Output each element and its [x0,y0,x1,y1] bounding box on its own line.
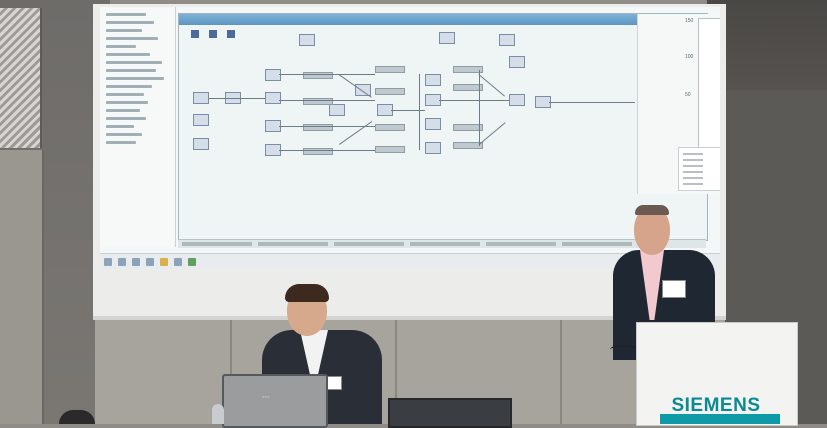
taskbar-app-icon[interactable] [132,258,140,266]
tree-row [106,69,156,72]
function-block [299,34,315,46]
connection-line [279,74,375,75]
laptop-logo: ◦◦◦ [262,394,270,401]
signal-tag [375,66,405,73]
tree-row [106,77,164,80]
function-block [509,56,525,68]
acoustic-panel [0,8,42,148]
right-presenter-hair [635,205,669,215]
project-tree [100,7,176,247]
status-row [683,165,703,167]
chair [59,410,95,424]
tree-row [106,141,136,144]
tree-row [106,109,140,112]
status-row [683,159,703,161]
editor-tab[interactable] [182,242,252,246]
trend-panel: 150 100 50 [637,14,720,194]
connection-line [549,102,635,103]
block-icon [191,30,199,38]
tree-row [106,29,142,32]
tree-row [106,21,154,24]
function-block [425,74,441,86]
projected-desktop: 150 100 50 [100,7,720,269]
trend-chart [698,18,720,148]
function-block [425,142,441,154]
connection-line [419,74,420,150]
microphone-cable [610,345,638,357]
connection-line [479,122,506,145]
tree-row [106,117,146,120]
signal-tag [375,88,405,95]
block-icon [209,30,217,38]
function-block [193,114,209,126]
taskbar-app-icon[interactable] [188,258,196,266]
connection-line [279,126,375,127]
tree-row [106,133,142,136]
editor-titlebar [179,14,707,25]
laptop [222,374,328,428]
editor-window: 150 100 50 [178,13,720,241]
tree-row [106,61,162,64]
tree-row [106,85,152,88]
lectern: SIEMENS [636,322,798,426]
trend-status-table [678,147,720,191]
wall-seam [560,318,562,424]
function-block [193,138,209,150]
lectern-stripe [660,414,780,424]
trend-axis-label: 50 [685,92,691,98]
trend-axis-label: 150 [685,18,694,24]
folder-icon[interactable] [160,258,168,266]
tree-row [106,45,136,48]
connection-line [279,150,375,151]
function-block [425,118,441,130]
connection-line [209,98,265,99]
status-row [683,171,703,173]
start-icon[interactable] [104,258,112,266]
function-block [329,104,345,116]
signal-tag [375,146,405,153]
tree-row [106,101,148,104]
editor-tab[interactable] [334,242,404,246]
left-door [0,150,44,424]
connection-line [339,121,373,145]
trend-axis-label: 100 [685,54,694,60]
editor-tab[interactable] [410,242,480,246]
signal-tag [375,124,405,131]
tree-row [106,53,150,56]
connection-line [439,100,509,101]
function-block [509,94,525,106]
left-presenter-hair [285,284,329,302]
status-row [683,153,703,155]
editor-tab[interactable] [486,242,556,246]
editor-tabs-bar [178,239,706,248]
function-block [265,69,281,81]
connection-line [479,70,480,146]
editor-tab[interactable] [258,242,328,246]
tree-row [106,125,134,128]
function-block [439,32,455,44]
editor-tab[interactable] [562,242,632,246]
tree-row [106,93,144,96]
function-block [193,92,209,104]
taskbar-app-icon[interactable] [174,258,182,266]
taskbar-app-icon[interactable] [146,258,154,266]
status-row [683,177,703,179]
block-icon [227,30,235,38]
tree-row [106,13,146,16]
connection-line [279,100,375,101]
name-badge [662,280,686,298]
taskbar-app-icon[interactable] [118,258,126,266]
tree-row [106,37,158,40]
status-row [683,183,703,185]
microphone [212,404,224,424]
function-block [265,92,281,104]
function-block [499,34,515,46]
